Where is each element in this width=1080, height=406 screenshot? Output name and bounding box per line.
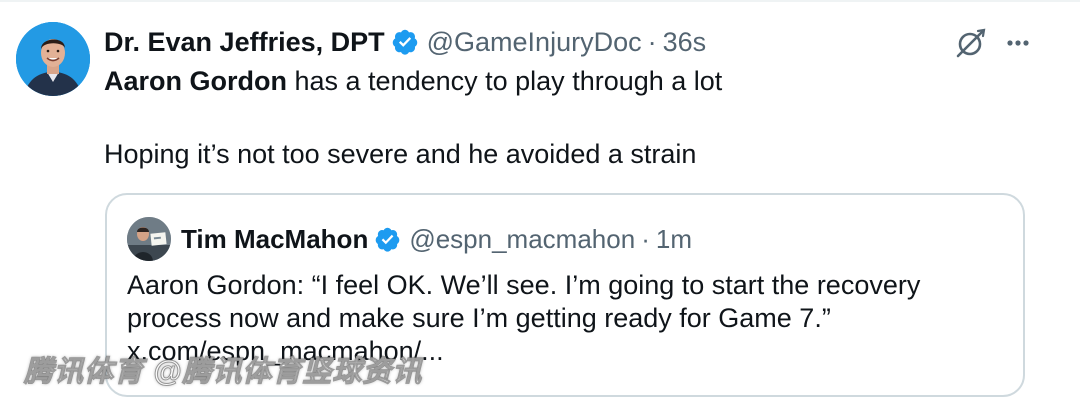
avatar[interactable] xyxy=(16,22,90,96)
quote-text-line-1: Aaron Gordon: “I feel OK. We’ll see. I’m… xyxy=(127,270,921,300)
tweet-text-mention: Aaron Gordon xyxy=(104,66,287,96)
quote-text-line-2: process now and make sure I’m getting re… xyxy=(127,303,831,333)
quote-author-name[interactable]: Tim MacMahon xyxy=(181,221,368,257)
author-name[interactable]: Dr. Evan Jeffries, DPT xyxy=(104,24,385,60)
tweet-text-rest: has a tendency to play through a lot xyxy=(287,66,723,96)
tweet[interactable]: Dr. Evan Jeffries, DPT @GameInjuryDoc · … xyxy=(0,0,1080,406)
verified-badge-icon xyxy=(391,28,419,56)
separator-dot: · xyxy=(647,27,657,57)
quote-author-handle[interactable]: @espn_macmahon xyxy=(409,221,635,257)
quote-avatar[interactable] xyxy=(127,217,171,261)
more-icon[interactable] xyxy=(1003,28,1033,58)
verified-badge-icon xyxy=(374,226,401,253)
quote-header: Tim MacMahon @espn_macmahon · 1m xyxy=(181,221,692,257)
separator-dot: · xyxy=(641,224,650,254)
tweet-text-line-1: Aaron Gordon has a tendency to play thro… xyxy=(104,63,722,99)
author-handle[interactable]: @GameInjuryDoc xyxy=(427,24,642,60)
grok-icon[interactable] xyxy=(954,26,988,60)
quote-timestamp[interactable]: 1m xyxy=(656,221,692,257)
tweet-header: Dr. Evan Jeffries, DPT @GameInjuryDoc · … xyxy=(104,24,706,60)
watermark: 腾讯体育 @腾讯体育竖球资讯 xyxy=(23,356,423,389)
tweet-text-line-2: Hoping it’s not too severe and he avoide… xyxy=(104,139,697,169)
timestamp[interactable]: 36s xyxy=(663,24,707,60)
